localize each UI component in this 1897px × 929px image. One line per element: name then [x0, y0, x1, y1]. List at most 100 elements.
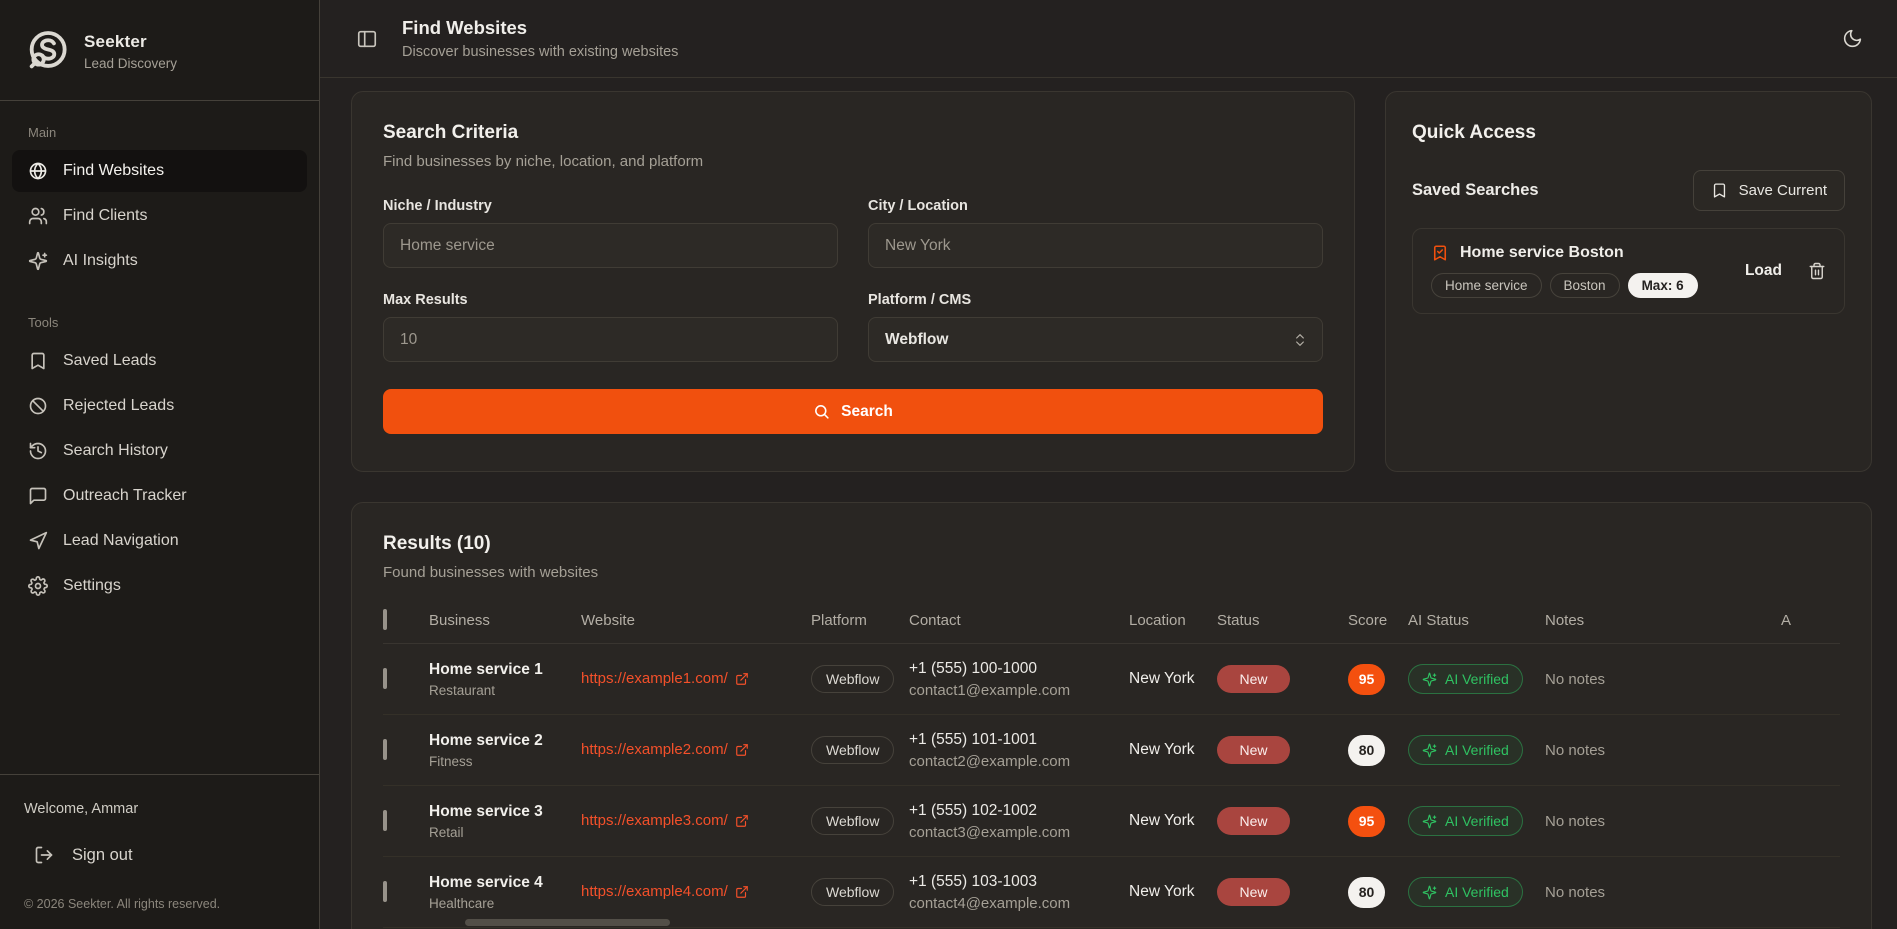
sidebar-item-label: Lead Navigation — [63, 532, 179, 550]
max-results-input[interactable] — [383, 317, 838, 362]
city-input[interactable] — [868, 223, 1323, 268]
field-platform: Platform / CMS Webflow — [868, 292, 1323, 362]
ai-status-badge: AI Verified — [1408, 664, 1523, 694]
max-results-label: Max Results — [383, 292, 838, 308]
sidebar-item-outreach-tracker[interactable]: Outreach Tracker — [12, 475, 307, 517]
sparkles-icon — [1422, 885, 1437, 900]
page-title: Find Websites — [402, 17, 678, 39]
quick-access-title: Quick Access — [1412, 122, 1845, 144]
contact-phone: +1 (555) 100-1000 — [909, 660, 1129, 678]
col-status: Status — [1217, 612, 1348, 629]
notes-cell: No notes — [1545, 671, 1781, 688]
save-current-button[interactable]: Save Current — [1693, 170, 1845, 211]
col-contact: Contact — [909, 612, 1129, 629]
table-row: Home service 3 Retail https://example3.c… — [383, 786, 1840, 857]
platform-selected-value: Webflow — [885, 331, 948, 349]
theme-toggle-button[interactable] — [1842, 28, 1863, 49]
website-link[interactable]: https://example3.com/ — [581, 812, 749, 829]
sidebar-footer: Welcome, Ammar Sign out © 2026 Seekter. … — [0, 774, 319, 929]
search-form: Niche / Industry City / Location Max Res… — [383, 198, 1323, 362]
table-row: Home service 1 Restaurant https://exampl… — [383, 644, 1840, 715]
score-badge: 80 — [1348, 735, 1385, 766]
ai-status-label: AI Verified — [1445, 671, 1509, 687]
sidebar-item-label: Rejected Leads — [63, 397, 174, 415]
page-title-block: Find Websites Discover businesses with e… — [402, 17, 678, 60]
signout-label: Sign out — [72, 846, 133, 865]
nav-section-main: Main — [12, 117, 307, 150]
sidebar-item-ai-insights[interactable]: AI Insights — [12, 240, 307, 282]
website-link[interactable]: https://example1.com/ — [581, 670, 749, 687]
row-checkbox[interactable] — [383, 739, 387, 760]
main-area: Find Websites Discover businesses with e… — [320, 0, 1897, 929]
website-url: https://example3.com/ — [581, 812, 728, 829]
navigation-icon — [28, 531, 48, 551]
website-url: https://example4.com/ — [581, 883, 728, 900]
platform-badge: Webflow — [811, 807, 894, 835]
location-cell: New York — [1129, 812, 1217, 830]
platform-select[interactable]: Webflow — [868, 317, 1323, 362]
status-badge: New — [1217, 878, 1290, 906]
top-cards-row: Search Criteria Find businesses by niche… — [351, 91, 1872, 472]
platform-badge: Webflow — [811, 665, 894, 693]
search-icon — [813, 403, 830, 420]
sidebar-toggle-button[interactable] — [356, 28, 378, 50]
row-checkbox[interactable] — [383, 810, 387, 831]
score-badge: 95 — [1348, 664, 1385, 695]
sidebar-item-search-history[interactable]: Search History — [12, 430, 307, 472]
search-button[interactable]: Search — [383, 389, 1323, 434]
sidebar-item-find-clients[interactable]: Find Clients — [12, 195, 307, 237]
moon-icon — [1842, 28, 1863, 49]
table-header-row: Business Website Platform Contact Locati… — [383, 611, 1840, 644]
website-link[interactable]: https://example4.com/ — [581, 883, 749, 900]
tag-niche: Home service — [1431, 273, 1542, 298]
sidebar-item-lead-navigation[interactable]: Lead Navigation — [12, 520, 307, 562]
notes-cell: No notes — [1545, 813, 1781, 830]
sidebar-item-label: Find Websites — [63, 162, 164, 180]
website-link[interactable]: https://example2.com/ — [581, 741, 749, 758]
delete-saved-search-button[interactable] — [1808, 262, 1826, 280]
website-url: https://example2.com/ — [581, 741, 728, 758]
sidebar-item-find-websites[interactable]: Find Websites — [12, 150, 307, 192]
sparkles-icon — [1422, 672, 1437, 687]
sidebar-item-saved-leads[interactable]: Saved Leads — [12, 340, 307, 382]
contact-email: contact2@example.com — [909, 753, 1129, 770]
niche-input[interactable] — [383, 223, 838, 268]
sidebar-item-rejected-leads[interactable]: Rejected Leads — [12, 385, 307, 427]
field-city: City / Location — [868, 198, 1323, 268]
horizontal-scrollbar[interactable] — [465, 919, 670, 926]
external-link-icon — [735, 814, 749, 828]
select-all-checkbox[interactable] — [383, 609, 387, 630]
signout-button[interactable]: Sign out — [34, 845, 295, 865]
location-cell: New York — [1129, 741, 1217, 759]
business-category: Retail — [429, 825, 581, 840]
status-badge: New — [1217, 665, 1290, 693]
gear-icon — [28, 576, 48, 596]
notes-cell: No notes — [1545, 884, 1781, 901]
business-cell: Home service 3 Retail — [429, 803, 581, 840]
business-name: Home service 1 — [429, 661, 581, 679]
score-badge: 80 — [1348, 877, 1385, 908]
business-category: Fitness — [429, 754, 581, 769]
load-button[interactable]: Load — [1745, 262, 1782, 280]
row-checkbox[interactable] — [383, 668, 387, 689]
sidebar-nav: Main Find Websites Find Clients AI Insig… — [0, 101, 319, 610]
sparkles-icon — [28, 251, 48, 271]
tag-city: Boston — [1550, 273, 1620, 298]
top-header: Find Websites Discover businesses with e… — [320, 0, 1897, 78]
contact-cell: +1 (555) 103-1003 contact4@example.com — [909, 873, 1129, 912]
table-row: Home service 2 Fitness https://example2.… — [383, 715, 1840, 786]
row-checkbox[interactable] — [383, 881, 387, 902]
sparkles-icon — [1422, 814, 1437, 829]
table-row: Home service 4 Healthcare https://exampl… — [383, 857, 1840, 928]
saved-searches-row: Saved Searches Save Current — [1412, 170, 1845, 211]
page-subtitle: Discover businesses with existing websit… — [402, 44, 678, 60]
sidebar: Seekter Lead Discovery Main Find Website… — [0, 0, 320, 929]
search-criteria-card: Search Criteria Find businesses by niche… — [351, 91, 1355, 472]
results-title: Results (10) — [383, 533, 1840, 555]
location-cell: New York — [1129, 670, 1217, 688]
sidebar-item-settings[interactable]: Settings — [12, 565, 307, 607]
location-cell: New York — [1129, 883, 1217, 901]
nav-section-tools: Tools — [12, 307, 307, 340]
business-cell: Home service 4 Healthcare — [429, 874, 581, 911]
chevrons-up-down-icon — [1292, 332, 1308, 348]
